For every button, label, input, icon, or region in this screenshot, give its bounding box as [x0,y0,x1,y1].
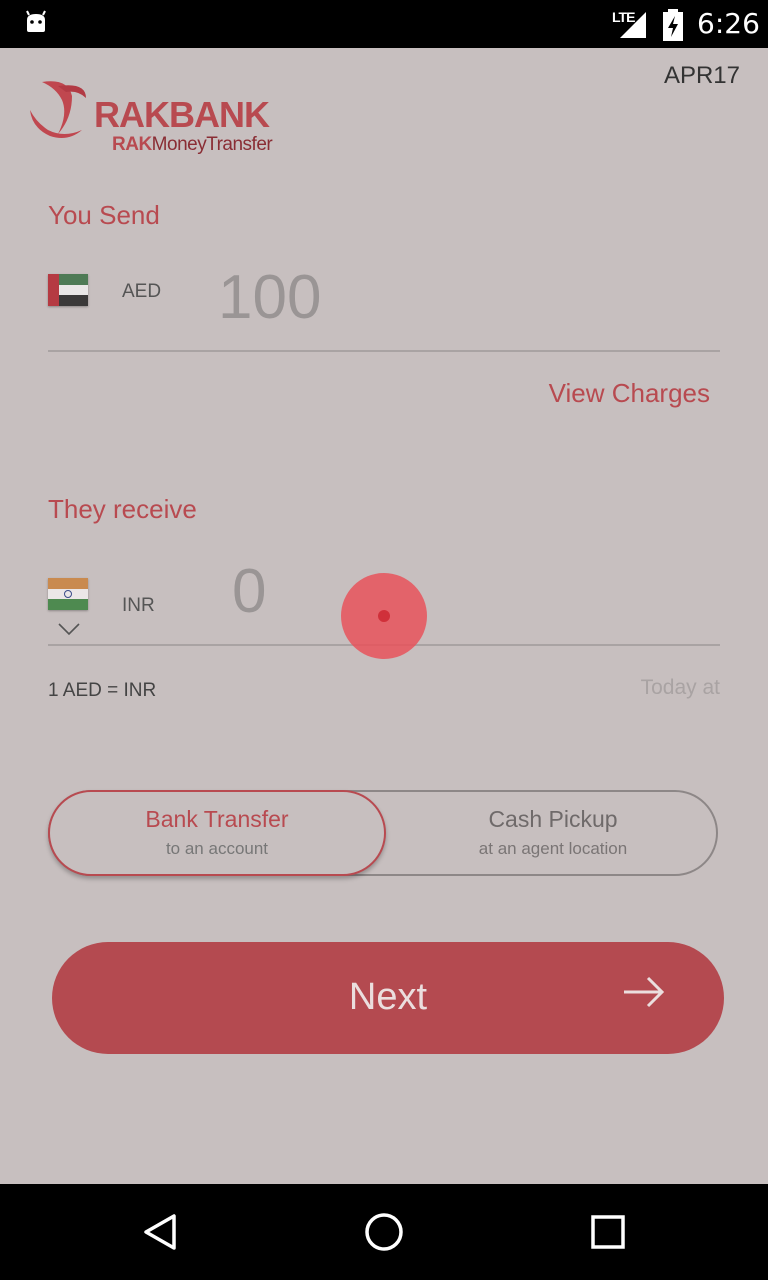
sub-brand: RAKMoneyTransfer [112,134,273,156]
signal-icon [620,12,646,38]
recents-icon[interactable] [590,1212,626,1252]
bank-transfer-option[interactable]: Bank Transfer to an account [48,790,386,876]
chevron-down-icon[interactable] [58,622,80,636]
cash-pickup-subtitle: at an agent location [478,839,628,858]
you-send-title: You Send [48,200,160,230]
battery-charging-icon [663,9,683,41]
transfer-type-toggle: Bank Transfer to an account Cash Pickup … [48,790,718,876]
rate-updated: Today at [640,676,720,699]
clock: 6:26 [697,7,760,40]
sub-brand-bold: RAK [112,134,152,155]
next-button[interactable]: Next [52,942,724,1054]
arrow-right-icon [624,976,665,1008]
cash-pickup-option[interactable]: Cash Pickup at an agent location [388,792,718,874]
view-charges-link[interactable]: View Charges [549,378,710,409]
they-receive-title: They receive [48,494,197,524]
bank-transfer-subtitle: to an account [165,839,269,858]
back-icon[interactable] [140,1212,180,1252]
send-divider [48,350,720,352]
receive-amount-input[interactable]: 0 [232,556,266,627]
cash-pickup-title: Cash Pickup [488,806,618,832]
sub-brand-rest: MoneyTransfer [151,134,273,155]
touch-indicator-dot [378,610,390,622]
build-label: APR17 [663,62,740,89]
exchange-rate: 1 AED = INR [48,680,157,701]
navigation-bar [0,1184,768,1280]
india-flag-icon[interactable] [48,578,88,610]
send-amount-input[interactable]: 100 [218,262,321,333]
touch-indicator [341,573,427,659]
brand-name: RAKBANK [94,94,270,135]
send-currency[interactable]: AED [122,281,161,303]
bank-transfer-title: Bank Transfer [145,806,289,832]
home-icon[interactable] [364,1212,404,1252]
rakbank-logo: RAKBANK RAKMoneyTransfer [28,78,308,158]
android-icon [26,10,46,32]
rakbank-swoosh-icon [30,81,86,138]
status-bar: LTE 6:26 [0,0,768,48]
uae-flag-icon[interactable] [48,274,88,306]
receive-currency[interactable]: INR [122,595,155,617]
